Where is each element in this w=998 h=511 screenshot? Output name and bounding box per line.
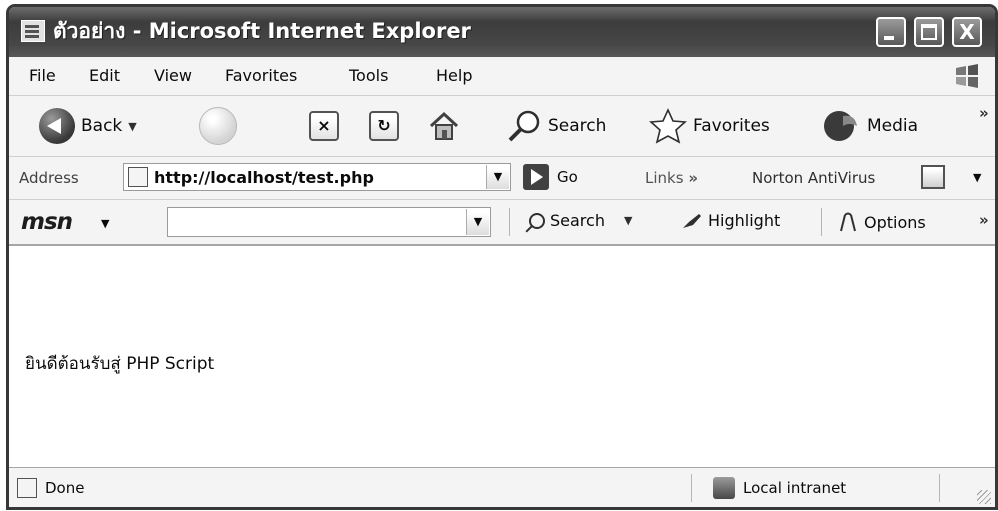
address-input[interactable]: http://localhost/test.php ▼ <box>123 163 511 191</box>
forward-button[interactable] <box>199 104 237 148</box>
favorites-label: Favorites <box>693 116 770 136</box>
back-label: Back <box>81 116 123 136</box>
maximize-button[interactable] <box>914 17 944 47</box>
norton-dropdown-icon[interactable]: ▼ <box>973 171 981 184</box>
back-button[interactable]: Back ▼ <box>39 104 137 148</box>
media-icon <box>824 111 857 141</box>
status-bar: Done Local intranet <box>9 467 995 507</box>
home-icon <box>429 111 459 140</box>
title-bar[interactable]: ตัวอย่าง - Microsoft Internet Explorer X <box>9 7 995 57</box>
toolbar-chevron-icon[interactable]: » <box>979 104 989 122</box>
window-title: ตัวอย่าง - Microsoft Internet Explorer <box>53 19 471 43</box>
msn-input-dropdown-icon[interactable]: ▼ <box>466 209 489 235</box>
address-url: http://localhost/test.php <box>154 168 374 187</box>
search-icon <box>529 212 545 229</box>
menu-file[interactable]: File <box>29 66 56 85</box>
media-button[interactable]: Media <box>821 104 918 148</box>
media-label: Media <box>867 116 919 136</box>
address-dropdown-icon[interactable]: ▼ <box>486 165 509 189</box>
menu-tools[interactable]: Tools <box>349 66 388 85</box>
msn-toolbar: msn ▼ ▼ Search ▼ Highlight Options » <box>9 200 995 246</box>
intranet-icon <box>713 477 735 499</box>
search-label: Search <box>548 116 607 136</box>
minimize-button[interactable] <box>876 17 906 47</box>
search-button[interactable]: Search <box>506 104 606 148</box>
msn-separator <box>821 208 822 236</box>
stop-icon: × <box>309 111 339 141</box>
forward-arrow-icon <box>199 107 237 145</box>
menu-favorites[interactable]: Favorites <box>225 66 297 85</box>
status-divider <box>939 474 940 502</box>
menu-help[interactable]: Help <box>436 66 472 85</box>
links-label[interactable]: Links » <box>645 169 698 187</box>
favorites-star-icon <box>649 108 687 144</box>
home-button[interactable] <box>427 104 461 148</box>
go-label: Go <box>557 168 578 186</box>
menu-edit[interactable]: Edit <box>89 66 120 85</box>
go-arrow-icon <box>523 164 549 190</box>
browser-window: ตัวอย่าง - Microsoft Internet Explorer X… <box>6 4 998 510</box>
refresh-button[interactable]: ↻ <box>369 104 399 148</box>
highlighter-icon <box>683 213 701 228</box>
close-button[interactable]: X <box>952 17 982 47</box>
msn-dropdown-icon[interactable]: ▼ <box>101 217 109 230</box>
msn-search-dropdown-icon[interactable]: ▼ <box>624 214 632 227</box>
highlight-button[interactable]: Highlight <box>681 211 780 230</box>
page-welcome-text: ยินดีต้อนรับสู่ PHP Script <box>25 354 215 374</box>
norton-icon[interactable] <box>921 165 945 189</box>
page-icon <box>17 478 37 498</box>
options-icon <box>840 212 856 232</box>
status-text: Done <box>45 479 85 497</box>
msn-search-button[interactable]: Search ▼ <box>529 211 632 230</box>
menu-view[interactable]: View <box>154 66 192 85</box>
options-button[interactable]: Options <box>837 211 926 233</box>
close-icon: X <box>959 20 975 44</box>
msn-separator <box>509 208 510 236</box>
page-icon <box>128 167 148 187</box>
refresh-icon: ↻ <box>369 111 399 141</box>
windows-logo-icon <box>956 64 978 88</box>
highlight-label: Highlight <box>708 211 781 230</box>
address-bar: Address http://localhost/test.php ▼ Go L… <box>9 157 995 200</box>
security-zone-text: Local intranet <box>743 479 847 497</box>
norton-antivirus-label[interactable]: Norton AntiVirus <box>752 169 875 187</box>
app-icon <box>21 20 45 42</box>
stop-button[interactable]: × <box>309 104 339 148</box>
standard-toolbar: Back ▼ × ↻ Search Favorites Media » <box>9 96 995 157</box>
search-icon <box>508 110 540 142</box>
menu-bar: File Edit View Favorites Tools Help <box>9 57 995 96</box>
msn-logo[interactable]: msn <box>21 209 73 235</box>
options-label: Options <box>864 212 926 232</box>
msn-search-input[interactable]: ▼ <box>167 207 491 237</box>
address-label: Address <box>19 169 79 187</box>
status-divider <box>691 474 692 502</box>
go-button[interactable]: Go <box>523 164 578 190</box>
msn-search-label: Search <box>550 211 605 230</box>
page-content: ยินดีต้อนรับสู่ PHP Script <box>9 246 995 467</box>
back-arrow-icon <box>39 108 75 144</box>
back-dropdown-icon[interactable]: ▼ <box>128 120 136 133</box>
favorites-button[interactable]: Favorites <box>649 104 770 148</box>
resize-grip[interactable] <box>977 490 991 504</box>
msn-chevron-icon[interactable]: » <box>979 211 989 229</box>
